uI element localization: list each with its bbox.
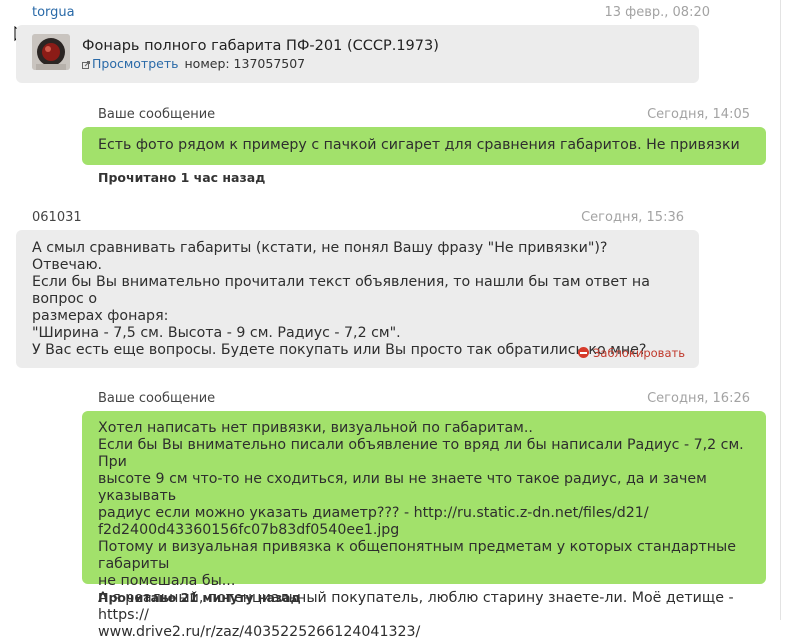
message-header: Ваше сообщение Сегодня, 16:26 [98,391,750,409]
message-timestamp: Сегодня, 16:26 [647,391,750,406]
message-line: Если бы Вы внимательно писали объявление… [98,437,744,470]
message-header: torgua 13 февр., 08:20 [32,5,710,23]
message-line: Хотел написать нет привязки, визуальной … [98,420,533,436]
message-line: размерах фонаря: [32,308,169,324]
message-line: Потому и визуальная привязка к общепонят… [98,539,736,572]
sender-name: Ваше сообщение [98,107,216,122]
message-header: Ваше сообщение Сегодня, 14:05 [98,107,750,125]
sender-name[interactable]: 061031 [32,210,82,225]
block-label: Заблокировать [593,346,685,360]
listing-number: номер: 137057507 [184,56,306,71]
outgoing-message: Есть фото рядом к примеру с пачкой сигар… [82,127,766,165]
message-line: "Ширина - 7,5 см. Высота - 9 см. Радиус … [32,325,401,341]
message-timestamp: Сегодня, 15:36 [581,210,684,225]
message-line: А смыл сравнивать габариты (кстати, не п… [32,240,608,256]
listing-title[interactable]: Фонарь полного габарита ПФ-201 (СССР.197… [82,38,439,54]
read-status: Прочитано 1 час назад [98,170,266,185]
message-timestamp: 13 февр., 08:20 [604,5,710,20]
message-timestamp: Сегодня, 14:05 [647,107,750,122]
message-line[interactable]: www.drive2.ru/r/zaz/4035225266124041323/ [98,624,750,641]
message-header: 061031 Сегодня, 15:36 [32,210,684,228]
lantern-thumbnail-icon [32,34,70,70]
listing-thumbnail[interactable] [32,34,70,70]
listing-card [16,25,699,83]
outgoing-message: Хотел написать нет привязки, визуальной … [82,411,766,640]
block-icon [578,347,590,358]
view-listing-link[interactable]: Просмотреть [92,56,179,71]
message-line[interactable]: f2d2400d43360156fc07b83df0540ee1.jpg [98,522,750,539]
sender-name: Ваше сообщение [98,391,216,406]
message-line: высоте 9 см что-то не сходиться, или вы … [98,471,707,504]
incoming-message: А смыл сравнивать габариты (кстати, не п… [16,230,699,368]
message-text: Есть фото рядом к примеру с пачкой сигар… [98,137,740,153]
message-line: не помешала бы... [98,573,236,589]
read-status: Прочитано 21 минуту назад [98,590,301,605]
message-line: Если бы Вы внимательно прочитали текст о… [32,274,650,307]
external-link-icon [82,61,90,69]
message-line: Отвечаю. [32,257,103,273]
message-line[interactable]: радиус если можно указать диаметр??? - h… [98,505,750,522]
sender-name[interactable]: torgua [32,5,75,20]
listing-meta: Просмотреть номер: 137057507 [82,56,305,71]
block-user-button[interactable]: Заблокировать [578,345,685,362]
scroll-divider [780,0,781,620]
